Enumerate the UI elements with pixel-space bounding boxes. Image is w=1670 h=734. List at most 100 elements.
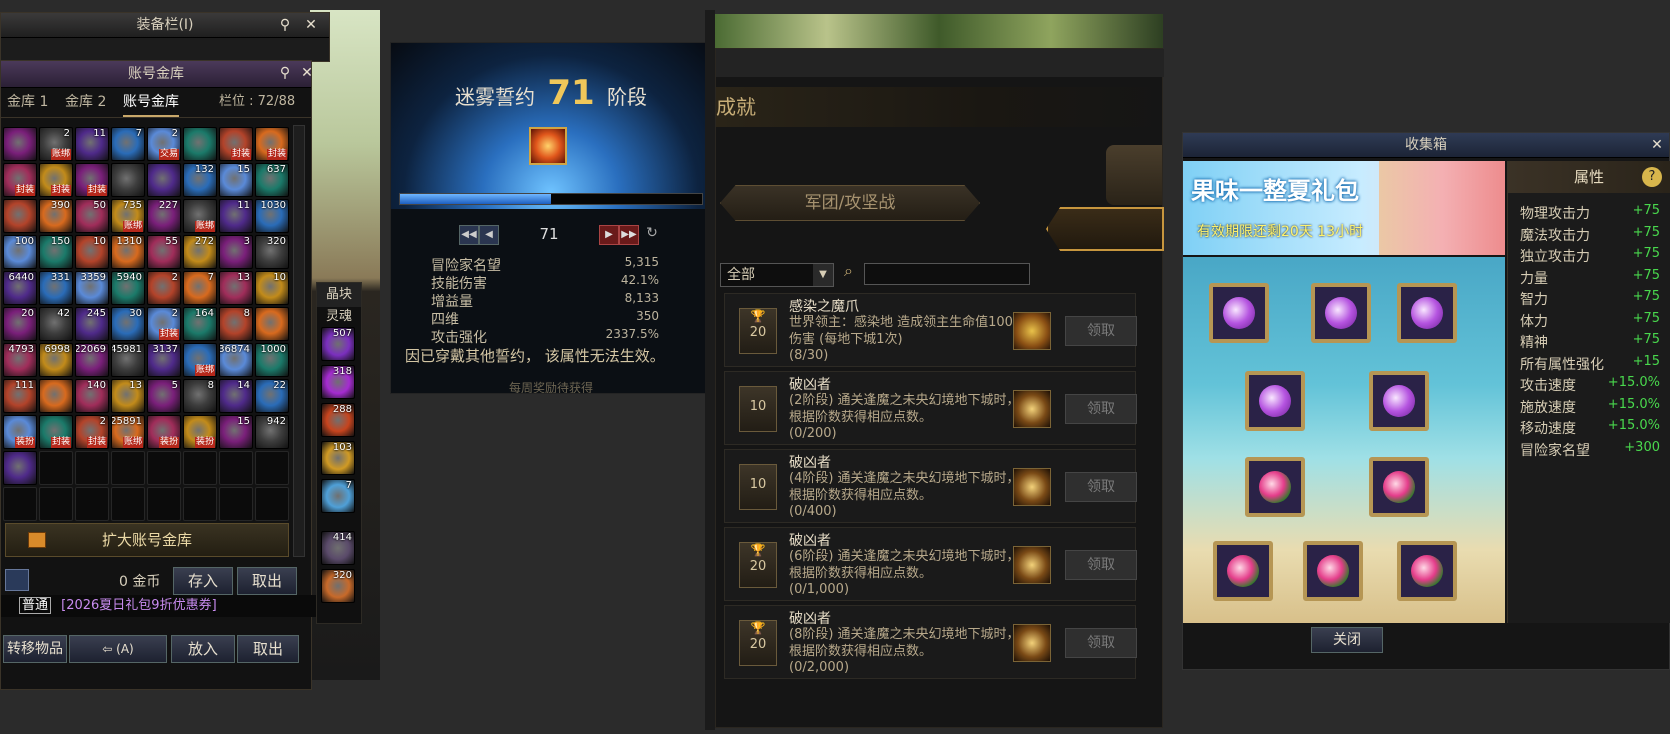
vault-item-slot[interactable]: 装扮 <box>147 415 181 449</box>
category-next-arrow[interactable] <box>1046 207 1164 251</box>
vault-item-slot[interactable]: 装扮 <box>3 415 37 449</box>
vault-title[interactable]: 账号金库 <box>1 61 311 88</box>
vault-item-slot[interactable] <box>183 127 217 161</box>
empty-slot[interactable] <box>39 487 73 521</box>
vault-item-slot[interactable]: 10 <box>75 235 109 269</box>
next-page-button[interactable]: ▶ <box>599 225 619 245</box>
vault-item-slot[interactable] <box>3 199 37 233</box>
first-page-button[interactable]: ◀◀ <box>459 225 479 245</box>
vault-item-slot[interactable]: 封装 <box>39 163 73 197</box>
vault-item-slot[interactable]: 1030 <box>255 199 289 233</box>
collection-frame[interactable] <box>1245 457 1305 517</box>
vault-item-slot[interactable] <box>3 127 37 161</box>
vault-item-slot[interactable] <box>147 163 181 197</box>
vault-item-slot[interactable]: 227 <box>147 199 181 233</box>
vault-item-slot[interactable]: 331 <box>39 271 73 305</box>
vault-item-slot[interactable]: 42 <box>39 307 73 341</box>
vault-item-slot[interactable]: 45981 <box>111 343 145 377</box>
vault-item-slot[interactable] <box>39 379 73 413</box>
vault-scrollbar[interactable] <box>293 125 305 557</box>
vault-item-slot[interactable]: 账绑 <box>183 343 217 377</box>
vault-item-slot[interactable]: 8 <box>183 379 217 413</box>
vault-item-slot[interactable]: 15 <box>219 163 253 197</box>
vault-item-slot[interactable]: 3 <box>219 235 253 269</box>
vault-item-slot[interactable]: 13 <box>219 271 253 305</box>
claim-button[interactable]: 领取 <box>1065 472 1137 502</box>
vault-item-slot[interactable]: 2 <box>147 271 181 305</box>
vault-item-slot[interactable]: 封装 <box>3 163 37 197</box>
vault-item-slot[interactable]: 30 <box>111 307 145 341</box>
collection-close-button[interactable]: 关闭 <box>1311 627 1383 653</box>
vault-item-slot[interactable]: 111 <box>3 379 37 413</box>
close-icon[interactable]: ✕ <box>1647 133 1667 157</box>
vault-item-slot[interactable]: 22 <box>255 379 289 413</box>
empty-slot[interactable] <box>75 451 109 485</box>
transfer-items-button[interactable]: 转移物品 <box>3 635 67 663</box>
vault-item-slot[interactable]: 55 <box>147 235 181 269</box>
vault-item-slot[interactable]: 11 <box>75 127 109 161</box>
pin-icon[interactable]: ⚲ <box>275 61 295 85</box>
side-item-slot[interactable]: 7 <box>321 479 355 513</box>
mask-reward-icon[interactable] <box>1013 546 1051 584</box>
collection-frame[interactable] <box>1369 371 1429 431</box>
soul-tab[interactable]: 灵魂 <box>317 307 361 327</box>
mask-reward-icon[interactable] <box>1013 468 1051 506</box>
vault-item-slot[interactable]: 22069 <box>75 343 109 377</box>
side-item-slot[interactable]: 320 <box>321 569 355 603</box>
close-icon[interactable]: ✕ <box>301 13 321 37</box>
vault-item-slot[interactable]: 2 封装 <box>75 415 109 449</box>
empty-slot[interactable] <box>255 487 289 521</box>
filter-select[interactable]: 全部 ▼ <box>720 263 834 287</box>
vault-item-slot[interactable]: 封装 <box>75 163 109 197</box>
mask-reward-icon[interactable] <box>1013 624 1051 662</box>
chat-item-link[interactable]: [2026夏日礼包9折优惠券] <box>61 598 217 613</box>
vault-item-slot[interactable]: 150 <box>39 235 73 269</box>
vault-item-slot[interactable]: 15 <box>219 415 253 449</box>
empty-slot[interactable] <box>75 487 109 521</box>
empty-slot[interactable] <box>39 451 73 485</box>
vault-item-slot[interactable]: 7 <box>111 127 145 161</box>
vault-item-slot[interactable]: 1310 <box>111 235 145 269</box>
collection-frame[interactable] <box>1209 283 1269 343</box>
vault-item-slot[interactable]: 245 <box>75 307 109 341</box>
vault-item-slot[interactable]: 4793 <box>3 343 37 377</box>
empty-slot[interactable] <box>147 451 181 485</box>
vault-item-slot[interactable]: 封装 <box>39 415 73 449</box>
vault-item-slot[interactable]: 140 <box>75 379 109 413</box>
side-item-slot[interactable]: 414 <box>321 531 355 565</box>
collection-frame[interactable] <box>1397 283 1457 343</box>
vault-item-slot[interactable]: 2 封装 <box>147 307 181 341</box>
vault-item-slot[interactable]: 3137 <box>147 343 181 377</box>
transfer-direction-button[interactable]: ⇦ (A) <box>69 635 167 663</box>
vault-item-slot[interactable]: 2 账绑 <box>39 127 73 161</box>
vault-item-slot[interactable]: 637 <box>255 163 289 197</box>
vault-item-slot[interactable]: 50 <box>75 199 109 233</box>
vault-item-slot[interactable]: 320 <box>255 235 289 269</box>
empty-slot[interactable] <box>111 487 145 521</box>
side-item-slot[interactable]: 103 <box>321 441 355 475</box>
vault-item-slot[interactable]: 2 交易 <box>147 127 181 161</box>
empty-slot[interactable] <box>111 451 145 485</box>
vault-item-slot[interactable]: 8 <box>219 307 253 341</box>
mask-reward-icon[interactable] <box>1013 390 1051 428</box>
vault-item-slot[interactable]: 100 <box>3 235 37 269</box>
vault-item-slot[interactable]: 6440 <box>3 271 37 305</box>
vault-menu-icon[interactable] <box>5 569 29 591</box>
deposit-button[interactable]: 存入 <box>173 567 233 595</box>
category-legion-tab[interactable]: 军团/攻坚战 <box>720 185 980 221</box>
take-out-button[interactable]: 取出 <box>237 635 299 663</box>
vault-item-slot[interactable]: 132 <box>183 163 217 197</box>
vault-item-slot[interactable]: 25891 账绑 <box>111 415 145 449</box>
empty-slot[interactable] <box>255 451 289 485</box>
vault-item-slot[interactable]: 3359 <box>75 271 109 305</box>
vault-item-slot[interactable]: 10 <box>255 271 289 305</box>
crystal-tab[interactable]: 晶块 <box>317 283 361 307</box>
tab-account-vault[interactable]: 账号金库 <box>123 89 179 117</box>
vault-item-slot[interactable]: 6998 <box>39 343 73 377</box>
vault-item-slot[interactable]: 272 <box>183 235 217 269</box>
side-item-slot[interactable]: 318 <box>321 365 355 399</box>
vault-item-slot[interactable]: 20 <box>3 307 37 341</box>
vault-item-slot[interactable]: 5940 <box>111 271 145 305</box>
close-icon[interactable]: ✕ <box>297 61 317 85</box>
vault-item-slot[interactable]: 14 <box>219 379 253 413</box>
